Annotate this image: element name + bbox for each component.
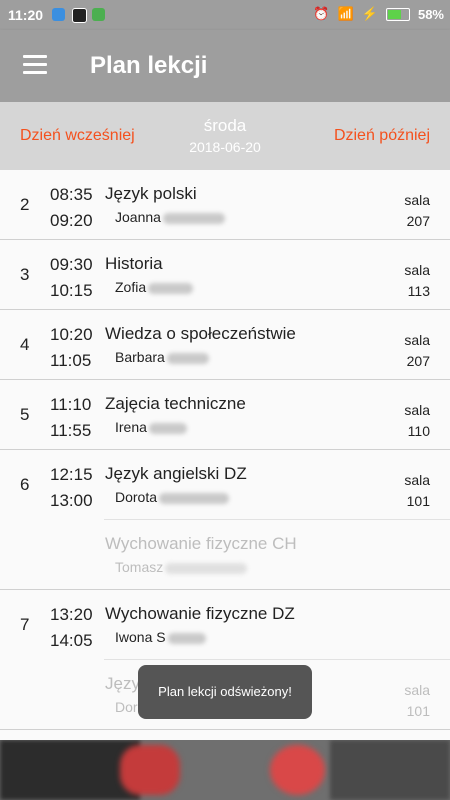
room-info: sala 110	[404, 400, 430, 442]
lesson-entry: Wiedza o społeczeństwie Barbara sala 207	[0, 310, 450, 379]
toast-message: Plan lekcji odświeżony!	[138, 665, 312, 719]
redacted-surname	[148, 422, 187, 434]
room-number: 207	[406, 353, 430, 369]
alternate-lesson: Wychowanie fizyczne CH Tomasz	[104, 519, 450, 589]
status-time: 11:20	[8, 7, 44, 23]
room-number: 207	[406, 213, 430, 229]
room-label: sala	[404, 192, 430, 208]
teacher-first-name: Tomasz	[115, 559, 164, 575]
redacted-surname	[166, 352, 209, 364]
app-bar: Plan lekcji	[0, 30, 450, 102]
room-label: sala	[404, 332, 430, 348]
room-number: 101	[406, 493, 430, 509]
teacher-name: Irena	[115, 419, 187, 435]
page-title: Plan lekcji	[90, 52, 208, 79]
lesson-row[interactable]: 5 11:10 11:55 Zajęcia techniczne Irena sala 11…	[0, 380, 450, 450]
redacted-surname	[165, 562, 248, 574]
day-navigation: Dzień wcześniej środa 2018-06-20 Dzień p…	[0, 102, 450, 170]
next-day-button[interactable]: Dzień później	[334, 127, 430, 145]
teacher-first-name: Barbara	[115, 349, 165, 365]
teacher-first-name: Irena	[115, 419, 147, 435]
charging-icon: ⚡	[361, 6, 378, 21]
room-number: 101	[406, 703, 430, 719]
room-info: sala 207	[404, 190, 430, 232]
battery-icon	[385, 7, 410, 21]
redacted-surname	[167, 632, 206, 644]
teacher-first-name: Iwona S	[115, 629, 166, 645]
alarm-icon: ⏰	[313, 6, 330, 21]
room-label: sala	[404, 472, 430, 488]
status-icons: ⏰ 📶 ⚡ 58%	[313, 6, 444, 22]
room-info: sala 101	[404, 680, 430, 722]
menu-icon[interactable]	[23, 55, 47, 75]
teacher-name: Tomasz	[115, 559, 248, 575]
lesson-row[interactable]: 2 08:35 09:20 Język polski Joanna sala 207	[0, 170, 450, 240]
subject-name: Wychowanie fizyczne DZ	[105, 604, 295, 623]
notification-icon	[92, 8, 105, 21]
teacher-name: Barbara	[115, 349, 209, 365]
lesson-list: 2 08:35 09:20 Język polski Joanna sala 207 3 09:…	[0, 170, 450, 730]
wifi-icon: 📶	[337, 6, 354, 21]
lesson-entry: Historia Zofia sala 113	[0, 240, 450, 309]
teacher-name: Zofia	[115, 279, 194, 295]
subject-name: Język angielski DZ	[105, 464, 247, 483]
notification-icon	[72, 8, 87, 23]
ad-banner[interactable]	[0, 740, 450, 800]
lesson-entry: Zajęcia techniczne Irena sala 110	[0, 380, 450, 449]
redacted-surname	[159, 492, 230, 504]
room-info: sala 207	[404, 330, 430, 372]
room-number: 110	[407, 423, 430, 439]
teacher-name: Iwona S	[115, 629, 206, 645]
lesson-entry: Język angielski DZ Dorota sala 101	[0, 450, 450, 519]
lesson-row[interactable]: 4 10:20 11:05 Wiedza o społeczeństwie Barbar…	[0, 310, 450, 380]
teacher-first-name: Dorota	[115, 489, 158, 505]
status-bar: 11:20 ⏰ 📶 ⚡ 58%	[0, 0, 450, 30]
lesson-entry: Język polski Joanna sala 207	[0, 170, 450, 239]
subject-name: Język polski	[105, 184, 197, 203]
subject-name: Wychowanie fizyczne CH	[105, 534, 297, 553]
teacher-first-name: Zofia	[115, 279, 147, 295]
notification-icon	[52, 8, 65, 21]
room-number: 113	[407, 283, 430, 299]
redacted-surname	[148, 282, 194, 294]
room-label: sala	[404, 402, 430, 418]
subject-name: Wiedza o społeczeństwie	[105, 324, 296, 343]
teacher-first-name: Joanna	[115, 209, 161, 225]
lesson-row[interactable]: 3 09:30 10:15 Historia Zofia sala 113	[0, 240, 450, 310]
subject-name: Zajęcia techniczne	[105, 394, 246, 413]
battery-percent: 58%	[417, 6, 444, 22]
subject-name: Historia	[105, 254, 163, 273]
redacted-surname	[162, 212, 225, 224]
teacher-name: Joanna	[115, 209, 225, 225]
room-label: sala	[404, 682, 430, 698]
room-label: sala	[404, 262, 430, 278]
room-info: sala 113	[404, 260, 430, 302]
lesson-row[interactable]: 6 12:15 13:00 Język angielski DZ Dorota sala 1…	[0, 450, 450, 590]
teacher-name: Dorota	[115, 489, 230, 505]
room-info: sala 101	[404, 470, 430, 512]
lesson-entry: Wychowanie fizyczne DZ Iwona S	[0, 590, 450, 659]
